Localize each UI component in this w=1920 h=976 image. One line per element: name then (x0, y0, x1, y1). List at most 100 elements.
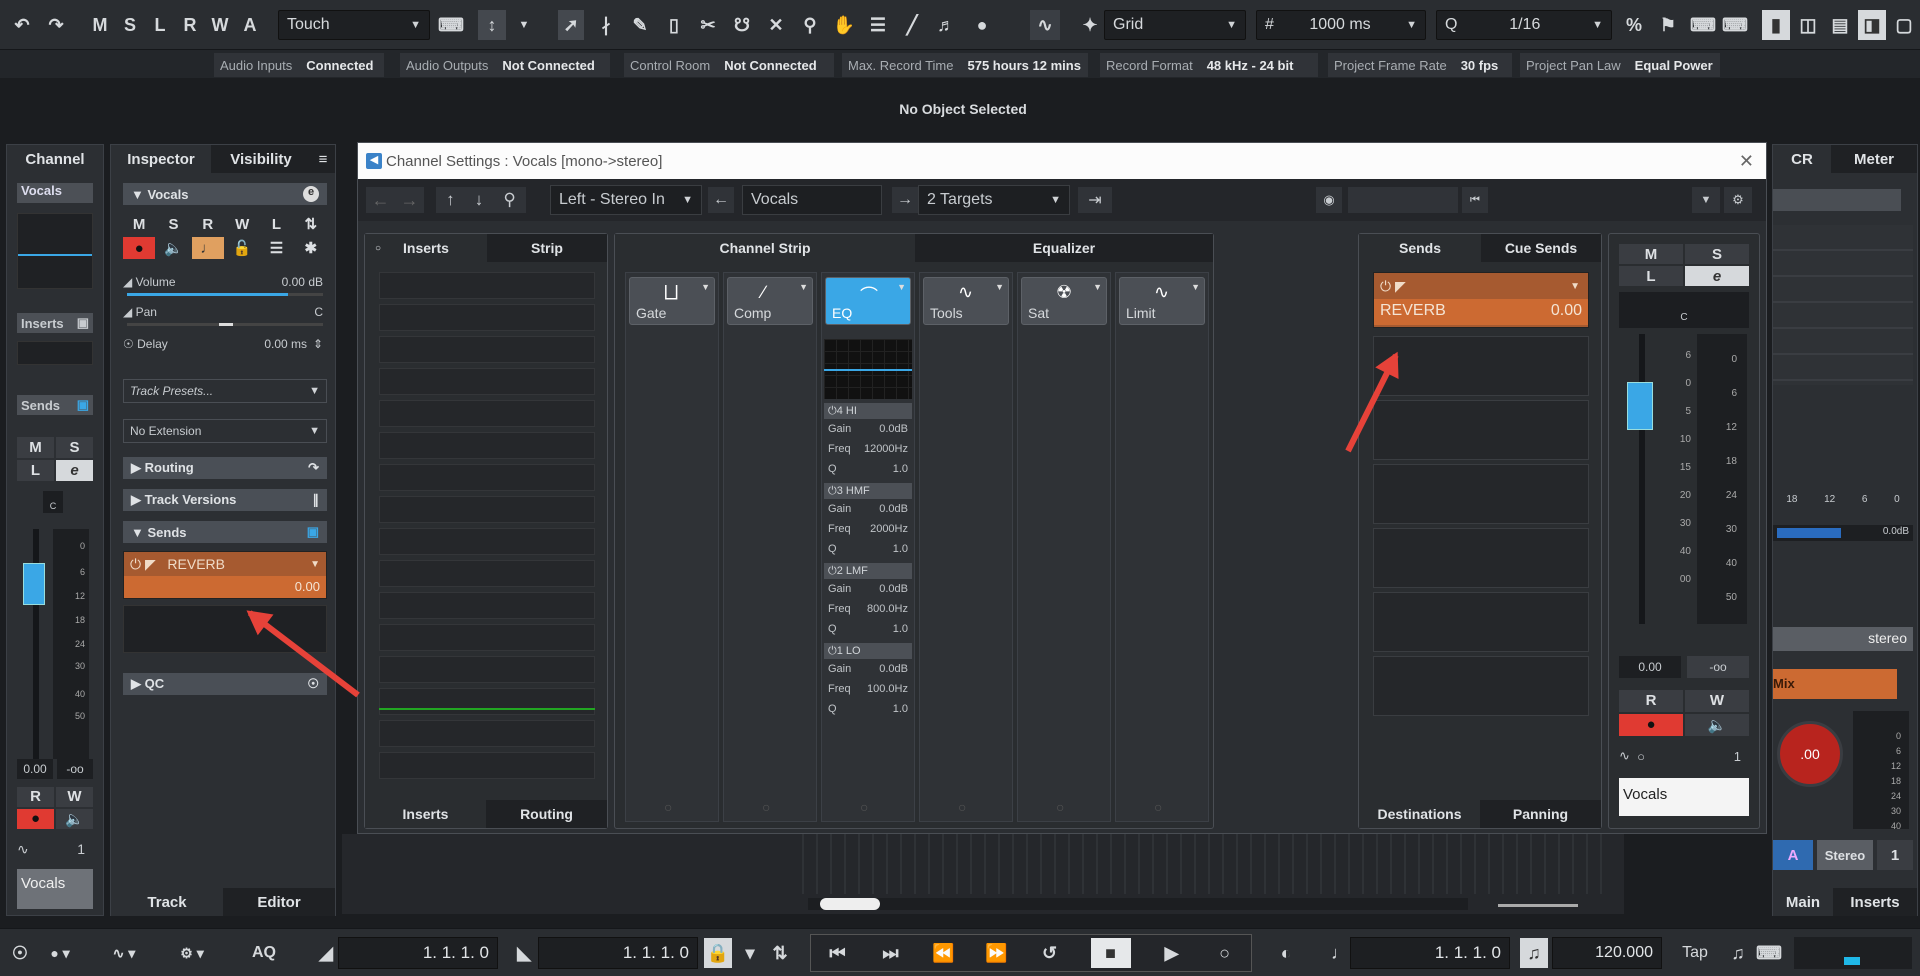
module-comp[interactable]: Comp ∕ ▼ (727, 277, 813, 325)
layout-right-icon[interactable]: ◨ (1858, 10, 1886, 40)
automation-mode-button[interactable]: A (238, 10, 262, 40)
bypass-icon[interactable]: ○ (375, 243, 381, 254)
eq-q-row[interactable]: Q 1.0 (824, 699, 912, 719)
position-field[interactable]: 1. 1. 1. 0 (1350, 937, 1510, 969)
insert-slot[interactable] (379, 368, 595, 395)
insert-slot[interactable] (379, 304, 595, 331)
insert-slot[interactable] (379, 688, 595, 715)
delay-row[interactable]: ☉ Delay 0.00 ms ⇕ (123, 337, 327, 359)
chevron-down-icon[interactable]: ▼ (1093, 282, 1102, 292)
arrow-down-icon[interactable]: ↓ (475, 190, 484, 210)
routing-section[interactable]: ▶ Routing ↷ (123, 457, 327, 479)
tab-channel-strip[interactable]: Channel Strip (615, 234, 915, 262)
glue-tool-icon[interactable]: ☋ (730, 10, 754, 40)
tab-visibility[interactable]: Visibility (211, 145, 311, 173)
chevron-down-icon[interactable]: ▼ (1692, 187, 1720, 213)
pan-slider[interactable] (127, 323, 323, 326)
module-sat[interactable]: Sat ☢ ▼ (1021, 277, 1107, 325)
channel-listen-button[interactable]: L (17, 460, 54, 481)
fast-forward-icon[interactable]: ⏩ (985, 938, 1009, 968)
eq-freq-row[interactable]: Freq 800.0Hz (824, 599, 912, 619)
edit-e-icon[interactable]: ⌨ (1690, 10, 1716, 40)
channel-insert-slot[interactable] (17, 341, 93, 365)
tab-cue-sends[interactable]: Cue Sends (1481, 234, 1601, 262)
mute-mode-button[interactable]: M (88, 10, 112, 40)
preset-field[interactable] (1348, 187, 1458, 213)
power-icon[interactable]: ○ (762, 799, 770, 815)
stereo-button[interactable]: Stereo (1817, 840, 1873, 870)
range-tool-icon[interactable]: ∤ (594, 10, 618, 40)
power-icon[interactable]: ⏻ (130, 556, 141, 573)
left-locator-icon[interactable]: ◢ (314, 938, 338, 968)
record-enable-icon[interactable]: ● (17, 808, 54, 829)
play-icon[interactable]: ▶ (1160, 938, 1184, 968)
insert-slot[interactable] (379, 272, 595, 299)
inspector-read-button[interactable]: R (192, 213, 224, 235)
record-enable-icon[interactable]: ● (123, 237, 156, 259)
edit-e-icon[interactable]: ⌨ (1756, 938, 1782, 968)
pointer-tool-icon[interactable]: ➚ (558, 10, 584, 40)
sends-bypass-icon[interactable]: ▣ (77, 397, 89, 413)
close-icon[interactable]: ✕ (1739, 151, 1754, 172)
insert-slot[interactable] (379, 400, 595, 427)
sends-bypass-icon[interactable]: ▣ (307, 524, 319, 540)
stop-icon[interactable]: ■ (1090, 938, 1131, 968)
undo-icon[interactable]: ↶ (10, 10, 34, 40)
tab-strip[interactable]: Strip (487, 234, 607, 262)
insert-slot[interactable] (379, 624, 595, 651)
timebase-icon[interactable]: ♩ (191, 237, 224, 259)
rewind-icon[interactable]: ⏪ (932, 938, 956, 968)
channel-solo-button[interactable]: S (56, 437, 93, 458)
eq-q-row[interactable]: Q 1.0 (824, 459, 912, 479)
output-icon[interactable]: ⇥ (1078, 187, 1112, 213)
menu-icon[interactable]: ≡ (311, 145, 335, 173)
record-enable-icon[interactable]: ● (1619, 713, 1683, 736)
record-mode-icon[interactable]: ● ▾ (48, 938, 72, 968)
right-locator-field[interactable]: 1. 1. 1. 0 (538, 937, 698, 969)
tab-inserts-bottom[interactable]: Inserts (365, 800, 486, 828)
channel-write-button[interactable]: W (56, 787, 93, 807)
arrow-up-icon[interactable]: ↑ (446, 190, 455, 210)
quantize-percent-icon[interactable]: % (1622, 10, 1646, 40)
snap-icon[interactable]: ✦ (1078, 10, 1102, 40)
send-slot[interactable] (1373, 528, 1589, 588)
dialog-mute-button[interactable]: M (1619, 244, 1683, 264)
lock-icon[interactable]: 🔒 (704, 938, 732, 968)
tab-destinations[interactable]: Destinations (1359, 800, 1480, 828)
module-gate[interactable]: Gate ⨆ ▼ (629, 277, 715, 325)
eq-q-row[interactable]: Q 1.0 (824, 539, 912, 559)
chevron-down-icon[interactable]: ▼ (512, 10, 536, 40)
search-icon[interactable]: ⚲ (503, 190, 515, 210)
scissors-tool-icon[interactable]: ✂ (696, 10, 720, 40)
gear-icon[interactable]: ⚙ (1724, 187, 1752, 213)
channel-footer-name[interactable]: Vocals (17, 869, 93, 909)
automation-mode-dropdown[interactable]: Touch ▼ (278, 10, 430, 40)
pre-post-icon[interactable]: ◤ (145, 556, 156, 573)
sends-section[interactable]: ▼ Sends ▣ (123, 521, 327, 543)
solo-mode-button[interactable]: S (118, 10, 142, 40)
chevron-down-icon[interactable]: ▼ (1570, 281, 1580, 292)
listen-mode-button[interactable]: L (148, 10, 172, 40)
drag-icon[interactable]: ↕ (478, 10, 506, 40)
chevron-down-icon[interactable]: ▼ (701, 282, 710, 292)
punch-icon[interactable]: ⚙ ▾ (180, 938, 204, 968)
tab-main[interactable]: Main (1773, 888, 1833, 916)
edit-e-icon[interactable]: ⌨ (438, 10, 464, 40)
input-routing-dropdown[interactable]: Left - Stereo In ▼ (550, 185, 702, 215)
channel-1-button[interactable]: 1 (1877, 840, 1913, 870)
zoom-slider[interactable] (1498, 904, 1578, 907)
insert-slot[interactable] (379, 656, 595, 683)
inspector-send-level[interactable]: 0.00 (124, 576, 326, 598)
right-locator-icon[interactable]: ◣ (512, 938, 536, 968)
dialog-listen-button[interactable]: L (1619, 266, 1683, 286)
dialog-fader-handle[interactable] (1627, 382, 1653, 430)
play-tool-icon[interactable]: ♬ (934, 10, 958, 40)
output-name[interactable]: stereo (1773, 627, 1913, 651)
tab-inserts[interactable]: ○ Inserts (365, 234, 487, 262)
chevron-down-icon[interactable]: ▼ (897, 282, 906, 292)
go-to-start-icon[interactable]: ⏮ (826, 938, 850, 968)
eq-band-header[interactable]: ⏻ 2 LMF (824, 563, 912, 579)
arrow-left-icon[interactable]: ← (372, 190, 390, 211)
cycle-marker-icon[interactable]: ⇅ (768, 938, 792, 968)
send-slot[interactable] (1373, 336, 1589, 396)
